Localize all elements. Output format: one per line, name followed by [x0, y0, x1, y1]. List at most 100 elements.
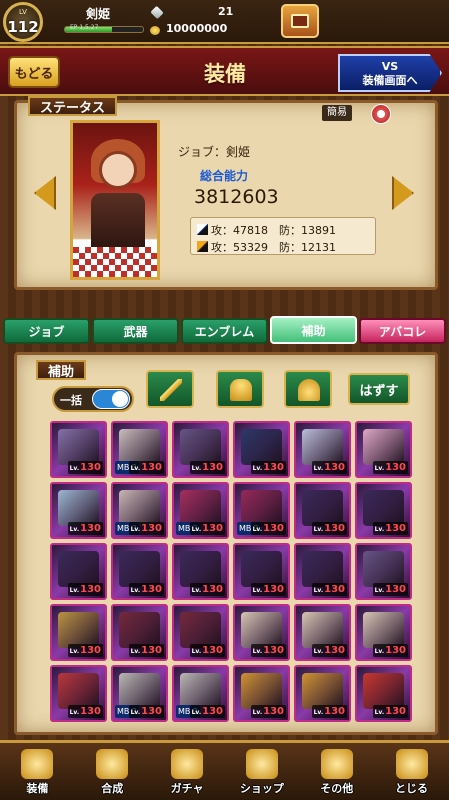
tab-emblem[interactable]: エンブレム [181, 318, 268, 344]
tab-support[interactable]: 補助 [270, 316, 357, 344]
equip-card[interactable]: Lv.130 [50, 421, 107, 478]
vs-label: VS [381, 60, 399, 73]
card-art [58, 612, 99, 648]
equip-card[interactable]: Lv.130 [50, 665, 107, 722]
book-icon [291, 14, 309, 28]
equip-card[interactable]: Lv.130 [294, 665, 351, 722]
refresh-icon[interactable] [371, 104, 391, 124]
nav-fusion[interactable]: 合成 [75, 743, 150, 800]
weapon-filter-button[interactable] [146, 370, 194, 408]
level-badge: LV 112 [3, 2, 43, 42]
equip-card[interactable]: Lv.130 [172, 604, 229, 661]
card-level: Lv.130 [372, 461, 408, 474]
equip-card[interactable]: Lv.130 [355, 665, 412, 722]
card-art [180, 551, 221, 587]
sword-icon [160, 379, 182, 401]
card-art [58, 490, 99, 526]
card-art [302, 429, 343, 465]
equip-card[interactable]: Lv.130 [111, 543, 168, 600]
equip-card[interactable]: Lv.130 [355, 604, 412, 661]
card-art [241, 490, 282, 526]
equip-card[interactable]: Lv.130 [355, 421, 412, 478]
equip-card[interactable]: Lv.130 [355, 482, 412, 539]
equip-card[interactable]: Lv.130 [294, 482, 351, 539]
card-level: Lv.130 [128, 461, 164, 474]
nav-equip[interactable]: 装備 [0, 743, 75, 800]
top-bar: LV 112 剣姫 EP 1,5,27 21 10000000 [0, 0, 449, 44]
armor-filter-button[interactable] [216, 370, 264, 408]
exp-text: EP 1,5,27 [70, 24, 99, 31]
nav-gacha[interactable]: ガチャ [150, 743, 225, 800]
card-art [363, 551, 404, 587]
equip-card[interactable]: MB 2 Lv.130 [111, 665, 168, 722]
equip-card[interactable]: Lv.130 [172, 543, 229, 600]
equip-card[interactable]: Lv.130 [294, 421, 351, 478]
equip-card[interactable]: Lv.130 [50, 482, 107, 539]
equip-card[interactable]: MB 2 Lv.130 [172, 665, 229, 722]
card-art [241, 612, 282, 648]
tab-job[interactable]: ジョブ [3, 318, 90, 344]
nav-close[interactable]: とじる [374, 743, 449, 800]
card-art [58, 673, 99, 709]
hammer-icon [96, 749, 129, 779]
equip-card[interactable]: Lv.130 [233, 543, 290, 600]
card-art [241, 673, 282, 709]
nav-other[interactable]: その他 [299, 743, 374, 800]
card-art [302, 673, 343, 709]
card-level: Lv.130 [189, 705, 225, 718]
card-art [119, 673, 160, 709]
back-button[interactable]: もどる [8, 56, 60, 88]
nav-shop[interactable]: ショップ [224, 743, 299, 800]
card-art [119, 490, 160, 526]
equip-card[interactable]: Lv.130 [233, 665, 290, 722]
equip-card[interactable]: Lv.130 [294, 543, 351, 600]
tab-weapon[interactable]: 武器 [92, 318, 179, 344]
bulk-toggle[interactable] [92, 389, 130, 409]
card-level: Lv.130 [250, 461, 286, 474]
gem-icon [150, 5, 164, 20]
vs-sublabel: 装備画面へ [362, 74, 418, 87]
card-art [180, 429, 221, 465]
page-title: 装備 [204, 62, 246, 86]
equip-card[interactable]: Lv.130 [233, 604, 290, 661]
crystal-icon [245, 749, 278, 779]
card-level: Lv.130 [372, 705, 408, 718]
equip-card[interactable]: Lv.130 [50, 604, 107, 661]
equip-card[interactable]: MB 2 Lv.130 [172, 482, 229, 539]
equip-card[interactable]: Lv.130 [50, 543, 107, 600]
helmet-filter-button[interactable] [284, 370, 332, 408]
card-level: Lv.130 [128, 644, 164, 657]
card-level: Lv.130 [311, 583, 347, 596]
power-value: 3812603 [194, 186, 279, 208]
remove-button[interactable]: はずす [348, 373, 410, 405]
equip-card[interactable]: Lv.130 [294, 604, 351, 661]
card-art [302, 490, 343, 526]
card-level: Lv.130 [67, 522, 103, 535]
vs-equip-button[interactable]: VS 装備画面へ [338, 54, 442, 92]
equip-card[interactable]: MB 2 Lv.130 [111, 482, 168, 539]
menu-book-button[interactable] [281, 4, 319, 38]
card-art [119, 429, 160, 465]
equip-card[interactable]: Lv.130 [111, 604, 168, 661]
card-art [119, 612, 160, 648]
tab-avacolle[interactable]: アバコレ [359, 318, 446, 344]
equip-card[interactable]: MB 2 Lv.130 [111, 421, 168, 478]
gear-icon [320, 749, 353, 779]
coin-icon [150, 26, 160, 35]
stat-row-1: 攻：47818 防：13891 [211, 224, 336, 237]
card-level: Lv.130 [67, 705, 103, 718]
stat-box: 攻：47818 防：13891 攻：53329 防：12131 [190, 217, 376, 255]
card-level: Lv.130 [372, 644, 408, 657]
card-art [180, 612, 221, 648]
armor-icon [21, 749, 54, 779]
equip-card[interactable]: Lv.130 [233, 421, 290, 478]
card-art [180, 490, 221, 526]
card-level: Lv.130 [372, 522, 408, 535]
gold-count: 10000000 [166, 22, 228, 35]
equip-card[interactable]: MB 2 Lv.130 [233, 482, 290, 539]
card-art [58, 551, 99, 587]
card-level: Lv.130 [189, 522, 225, 535]
equip-card[interactable]: Lv.130 [355, 543, 412, 600]
equip-card[interactable]: Lv.130 [172, 421, 229, 478]
armor-icon [230, 379, 252, 401]
